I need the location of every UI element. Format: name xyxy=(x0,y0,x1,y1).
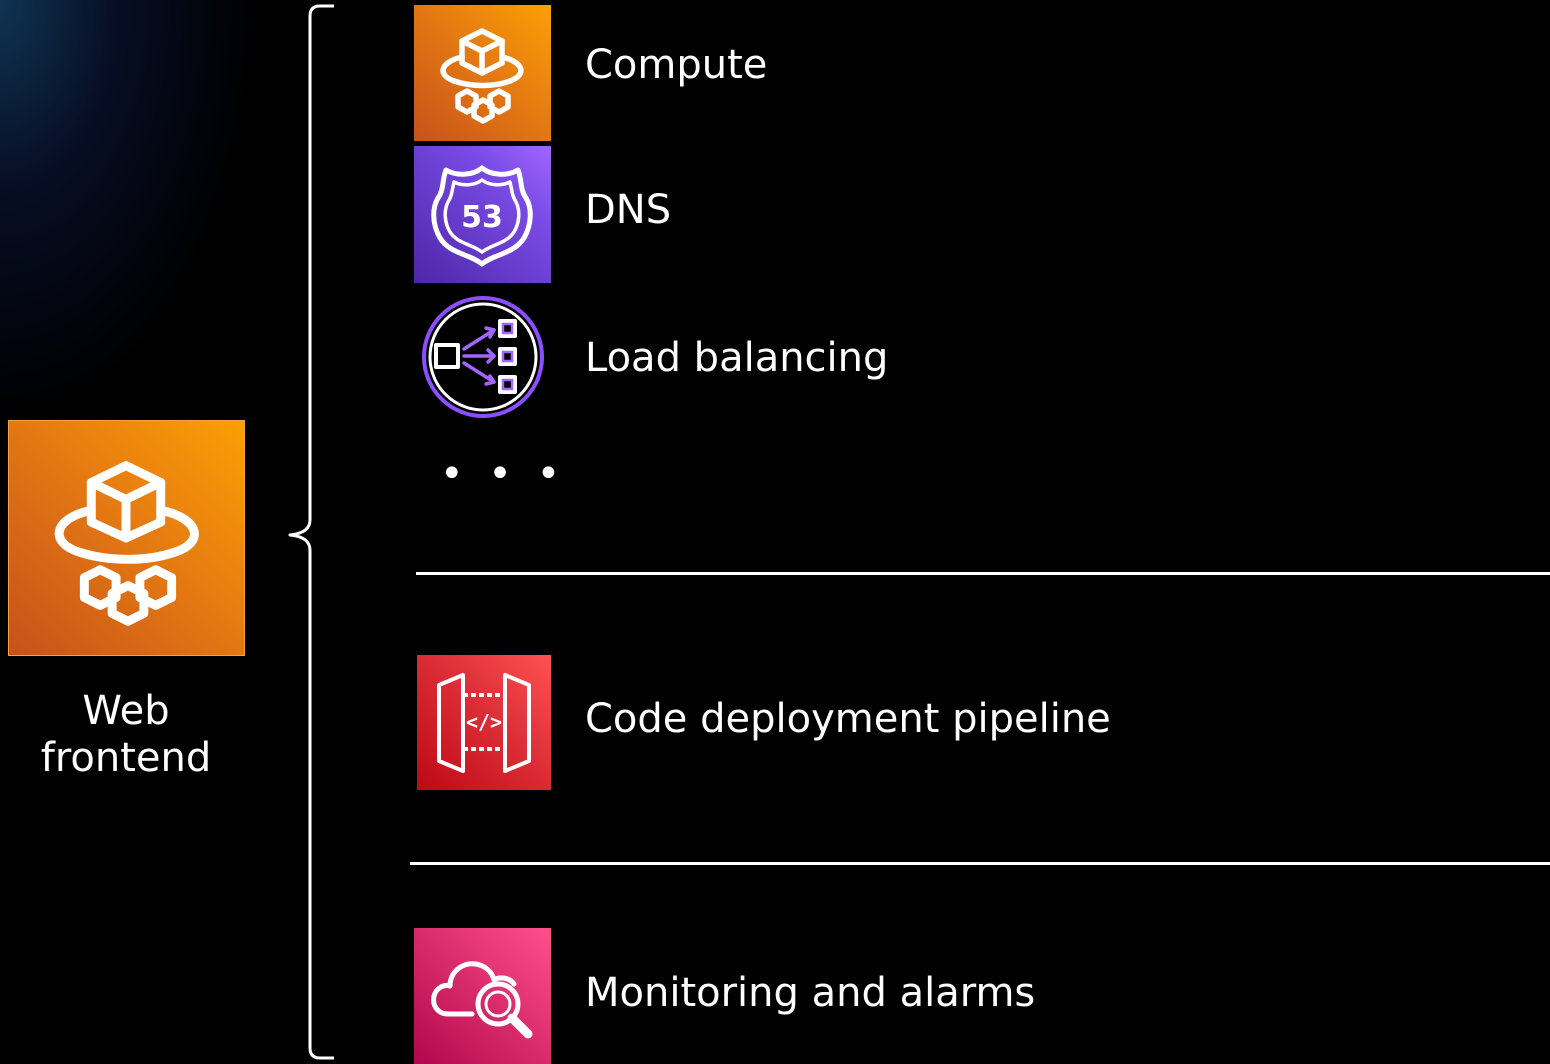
load-balancer-icon xyxy=(422,296,544,418)
compute-label: Compute xyxy=(585,42,768,88)
more-items-ellipsis: • • • xyxy=(440,451,567,497)
route53-shield-icon: 53 xyxy=(431,165,533,267)
code-pipeline-icon: </> xyxy=(417,655,551,790)
code-pipeline-label: Code deployment pipeline xyxy=(585,696,1111,742)
compute-hat-icon xyxy=(440,28,524,124)
cloudwatch-icon xyxy=(431,961,533,1039)
codepipeline-icon: </> xyxy=(437,673,531,773)
web-frontend-label: Web frontend xyxy=(10,688,242,782)
web-frontend-icon xyxy=(8,420,245,656)
dns-icon: 53 xyxy=(414,146,551,283)
load-balancing-label: Load balancing xyxy=(585,335,889,381)
monitoring-label: Monitoring and alarms xyxy=(585,970,1036,1016)
monitoring-icon xyxy=(414,928,551,1064)
section-divider-1 xyxy=(416,572,1550,575)
web-frontend-label-line2: frontend xyxy=(40,735,212,781)
dns-badge-text: 53 xyxy=(461,200,503,235)
compute-hat-icon xyxy=(54,461,199,626)
compute-icon xyxy=(414,5,551,141)
web-frontend-label-line1: Web xyxy=(82,688,170,734)
section-divider-2 xyxy=(410,862,1550,865)
grouping-brace xyxy=(288,4,334,1060)
load-balancing-icon xyxy=(420,294,546,420)
dns-label: DNS xyxy=(585,187,672,233)
svg-text:</>: </> xyxy=(466,710,502,734)
